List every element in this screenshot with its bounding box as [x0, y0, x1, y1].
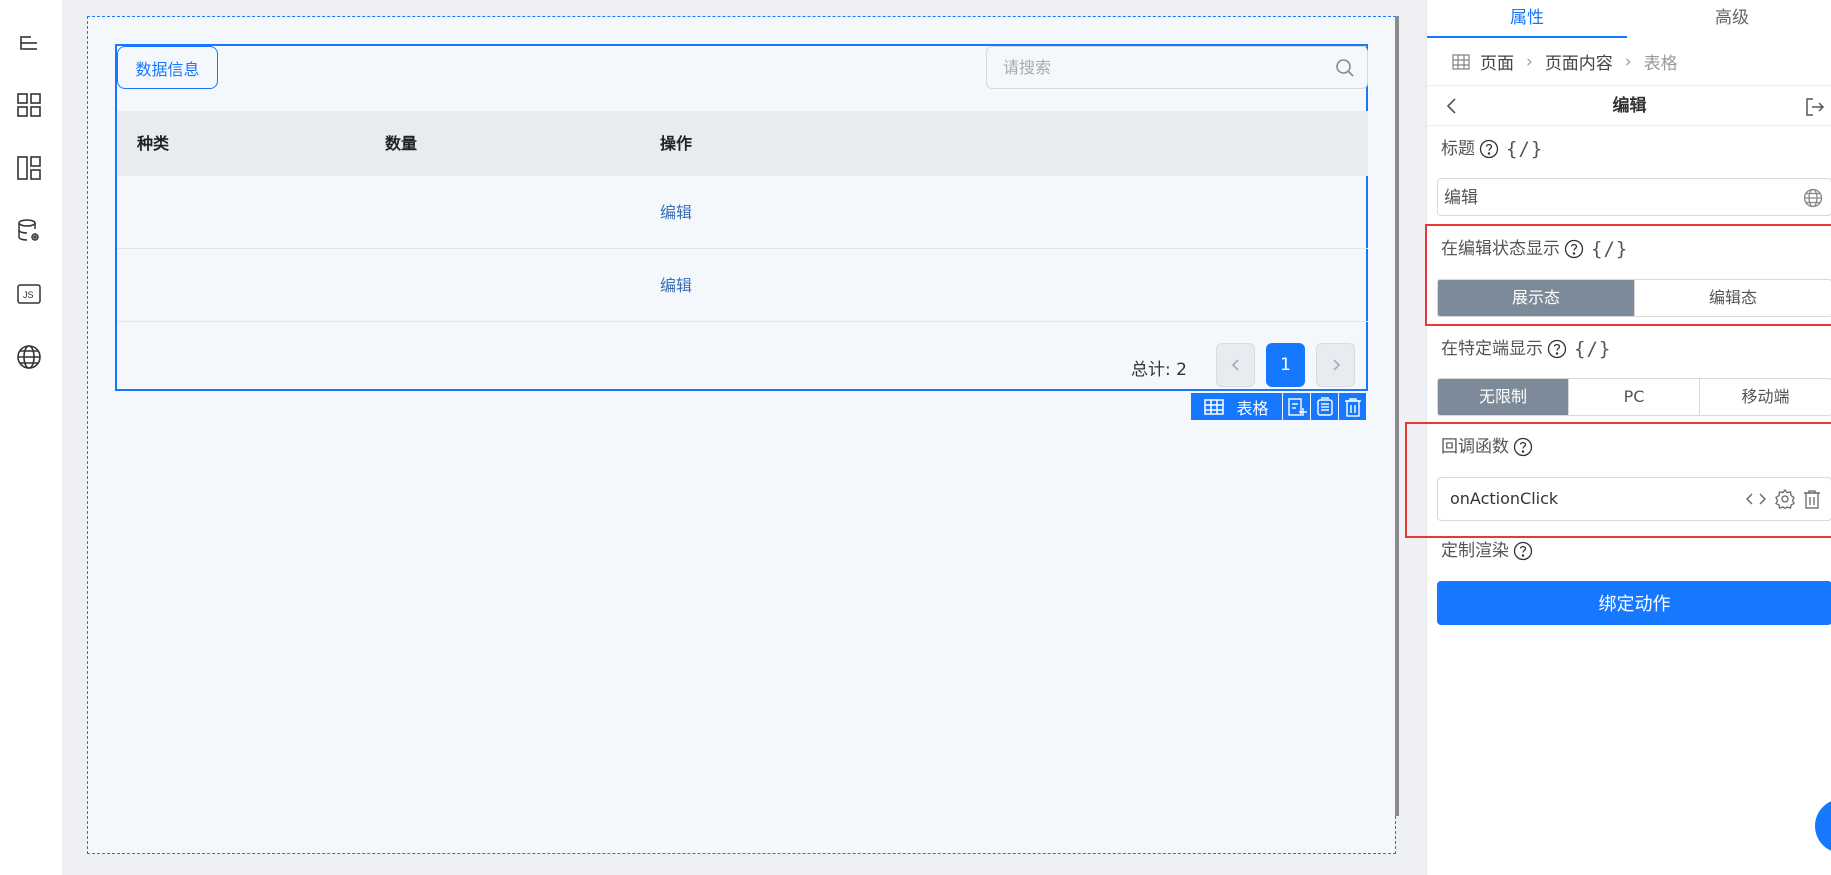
js-code-icon[interactable]: JS	[14, 279, 44, 309]
edit-header: 编辑	[1427, 86, 1831, 126]
table-header: 种类 数量 操作	[117, 111, 1368, 176]
terminal-label-row: 在特定端显示 {/}	[1441, 334, 1611, 364]
exit-icon[interactable]	[1804, 96, 1826, 118]
breadcrumb-page[interactable]: 页面	[1480, 49, 1514, 74]
tab-properties[interactable]: 属性	[1427, 0, 1627, 38]
components-grid-icon[interactable]	[14, 90, 44, 120]
terminal-segmented: 无限制 PC 移动端	[1437, 378, 1831, 416]
custom-render-label: 定制渲染	[1441, 541, 1509, 561]
table-component[interactable]: 数据信息 种类 数量 操作 编辑 编辑 总计: 2 1	[115, 44, 1368, 391]
highlight-box	[1425, 224, 1831, 326]
search-input[interactable]	[1003, 47, 1323, 88]
edit-title: 编辑	[1612, 96, 1647, 116]
column-header-action: 操作	[660, 134, 693, 153]
chevron-right-icon: ›	[1624, 51, 1632, 72]
outline-tree-icon[interactable]	[14, 29, 44, 59]
table-grid-icon	[1452, 53, 1470, 70]
column-header-type: 种类	[137, 134, 170, 153]
datasource-icon[interactable]	[14, 216, 44, 246]
highlight-box	[1405, 422, 1831, 538]
table-icon	[1204, 398, 1225, 415]
tab-advanced[interactable]: 高级	[1632, 0, 1831, 38]
total-count: 总计: 2	[1131, 360, 1187, 380]
option-pc[interactable]: PC	[1569, 379, 1700, 415]
chevron-right-icon: ›	[1526, 51, 1533, 72]
breadcrumb-table: 表格	[1643, 54, 1678, 74]
component-label[interactable]: 表格	[1191, 393, 1282, 420]
component-label-text: 表格	[1236, 398, 1269, 418]
option-unlimited[interactable]: 无限制	[1438, 379, 1569, 415]
delete-icon[interactable]	[1339, 393, 1366, 420]
layout-icon[interactable]	[14, 153, 44, 183]
title-label-row: 标题 {/}	[1441, 134, 1543, 164]
option-mobile[interactable]: 移动端	[1700, 379, 1831, 415]
help-icon[interactable]	[1479, 139, 1499, 159]
table-search[interactable]	[986, 46, 1368, 89]
prev-page-button[interactable]	[1216, 343, 1255, 387]
search-icon[interactable]	[1335, 58, 1355, 78]
table-row: 编辑	[117, 176, 1368, 249]
terminal-label: 在特定端显示	[1441, 339, 1543, 359]
left-toolbar: JS	[0, 0, 62, 875]
expression-toggle[interactable]: {/}	[1506, 134, 1543, 164]
title-input[interactable]: 编辑	[1437, 178, 1831, 216]
edit-link[interactable]: 编辑	[660, 176, 692, 249]
svg-text:JS: JS	[23, 290, 34, 300]
column-header-quantity: 数量	[385, 134, 418, 153]
terminal-section: 在特定端显示 {/} 无限制 PC 移动端	[1427, 326, 1831, 416]
canvas-scrollbar[interactable]	[1395, 16, 1399, 816]
bind-action-button[interactable]: 绑定动作	[1437, 581, 1831, 625]
expression-toggle[interactable]: {/}	[1574, 334, 1611, 364]
breadcrumb-page-content[interactable]: 页面内容	[1545, 49, 1613, 74]
title-section: 标题 {/} 编辑	[1427, 126, 1831, 226]
help-icon[interactable]	[1513, 541, 1533, 561]
breadcrumb: 页面 › 页面内容 › 表格	[1427, 38, 1831, 86]
title-label: 标题	[1441, 139, 1475, 159]
help-icon[interactable]	[1547, 339, 1567, 359]
title-value: 编辑	[1444, 188, 1478, 208]
insert-icon[interactable]	[1283, 393, 1310, 420]
component-toolbar: 表格	[1191, 393, 1366, 420]
i18n-globe-icon[interactable]	[1803, 188, 1823, 208]
table-row: 编辑	[117, 249, 1368, 322]
globe-icon[interactable]	[14, 342, 44, 372]
edit-link[interactable]: 编辑	[660, 249, 692, 322]
page-1-button[interactable]: 1	[1266, 343, 1305, 387]
copy-icon[interactable]	[1311, 393, 1338, 420]
next-page-button[interactable]	[1316, 343, 1355, 387]
properties-panel: 属性 高级 页面 › 页面内容 › 表格 编辑 标题 {/} 编辑 在编辑状态显…	[1405, 0, 1831, 875]
custom-render-label-row: 定制渲染	[1441, 536, 1533, 566]
tab-data-info[interactable]: 数据信息	[117, 46, 218, 89]
panel-tabs: 属性 高级	[1427, 0, 1831, 38]
